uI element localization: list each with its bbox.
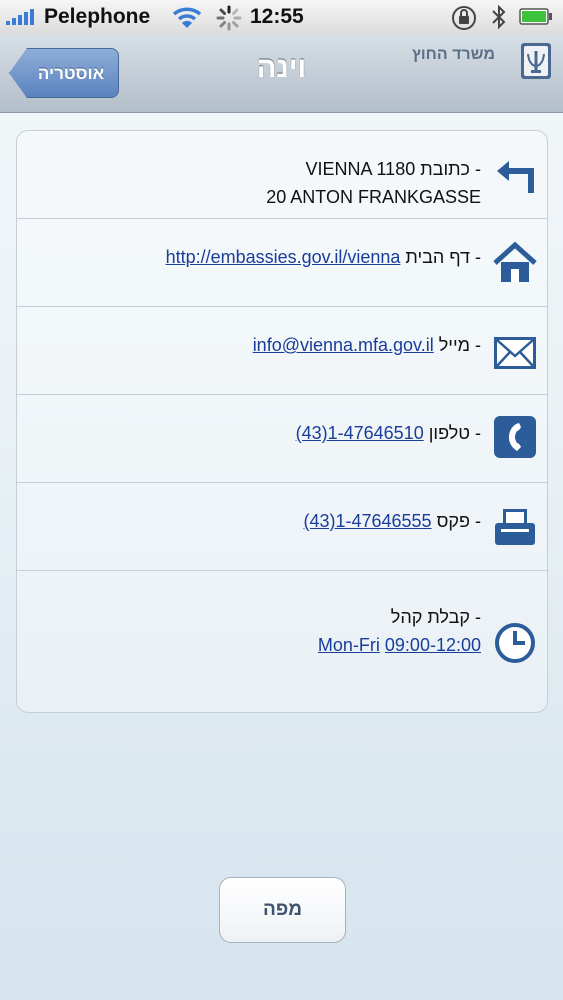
opening-hours-row: קבלת קהל - Mon-Fri 09:00-12:00: [17, 571, 547, 712]
clock-time: 12:55: [250, 5, 304, 28]
opening-hours-text: קבלת קהל - Mon-Fri 09:00-12:00: [318, 603, 481, 659]
phone-row: (43)1-47646510 טלפון -: [17, 395, 547, 483]
state-emblem-icon: [521, 43, 551, 79]
signal-icon: [6, 9, 34, 25]
address-line2: 20 ANTON FRANKGASSE: [266, 187, 481, 207]
homepage-row: http://embassies.gov.il/vienna דף הבית -: [17, 219, 547, 307]
rotation-lock-icon: [452, 6, 476, 30]
address-row: VIENNA 1180 כתובת - 20 ANTON FRANKGASSE: [17, 131, 547, 219]
ministry-name: משרד החוץ: [412, 46, 495, 63]
activity-spinner-icon: [216, 5, 242, 31]
status-bar: Pelephone 12:55: [0, 0, 563, 34]
embassy-info-card: VIENNA 1180 כתובת - 20 ANTON FRANKGASSE …: [16, 130, 548, 713]
homepage-link[interactable]: http://embassies.gov.il/vienna: [166, 247, 401, 267]
wifi-icon: [172, 7, 202, 28]
navigation-bar: אוסטריה וינה משרד החוץ: [0, 34, 563, 113]
fax-label: פקס -: [436, 511, 481, 531]
email-envelope-icon: [494, 337, 536, 369]
phone-icon: [494, 416, 536, 458]
phone-label: טלפון -: [428, 423, 481, 443]
email-row: info@vienna.mfa.gov.il מייל -: [17, 307, 547, 395]
email-label: מייל -: [438, 335, 481, 355]
home-icon: [493, 241, 537, 282]
email-link[interactable]: info@vienna.mfa.gov.il: [253, 335, 434, 355]
fax-printer-icon: [495, 509, 535, 545]
email-text: info@vienna.mfa.gov.il מייל -: [253, 335, 481, 356]
address-text: VIENNA 1180 כתובת - 20 ANTON FRANKGASSE: [266, 155, 481, 211]
directions-arrow-icon: [497, 161, 534, 193]
phone-text: (43)1-47646510 טלפון -: [296, 423, 481, 444]
fax-link[interactable]: (43)1-47646555: [303, 511, 431, 531]
address-line1: VIENNA 1180: [305, 159, 416, 179]
address-label: כתובת -: [420, 159, 481, 179]
hours-days[interactable]: Mon-Fri: [318, 635, 380, 655]
fax-text: (43)1-47646555 פקס -: [303, 511, 481, 532]
map-button[interactable]: מפה: [219, 877, 346, 943]
hours-time[interactable]: 09:00-12:00: [385, 635, 481, 655]
bluetooth-icon: [492, 4, 506, 30]
battery-icon: [519, 8, 552, 25]
homepage-label: דף הבית -: [405, 247, 481, 267]
carrier-name: Pelephone: [44, 5, 151, 28]
fax-row: (43)1-47646555 פקס -: [17, 483, 547, 571]
clock-icon: [495, 623, 535, 663]
phone-link[interactable]: (43)1-47646510: [296, 423, 424, 443]
hours-label: קבלת קהל -: [390, 607, 481, 627]
homepage-text: http://embassies.gov.il/vienna דף הבית -: [166, 247, 481, 268]
